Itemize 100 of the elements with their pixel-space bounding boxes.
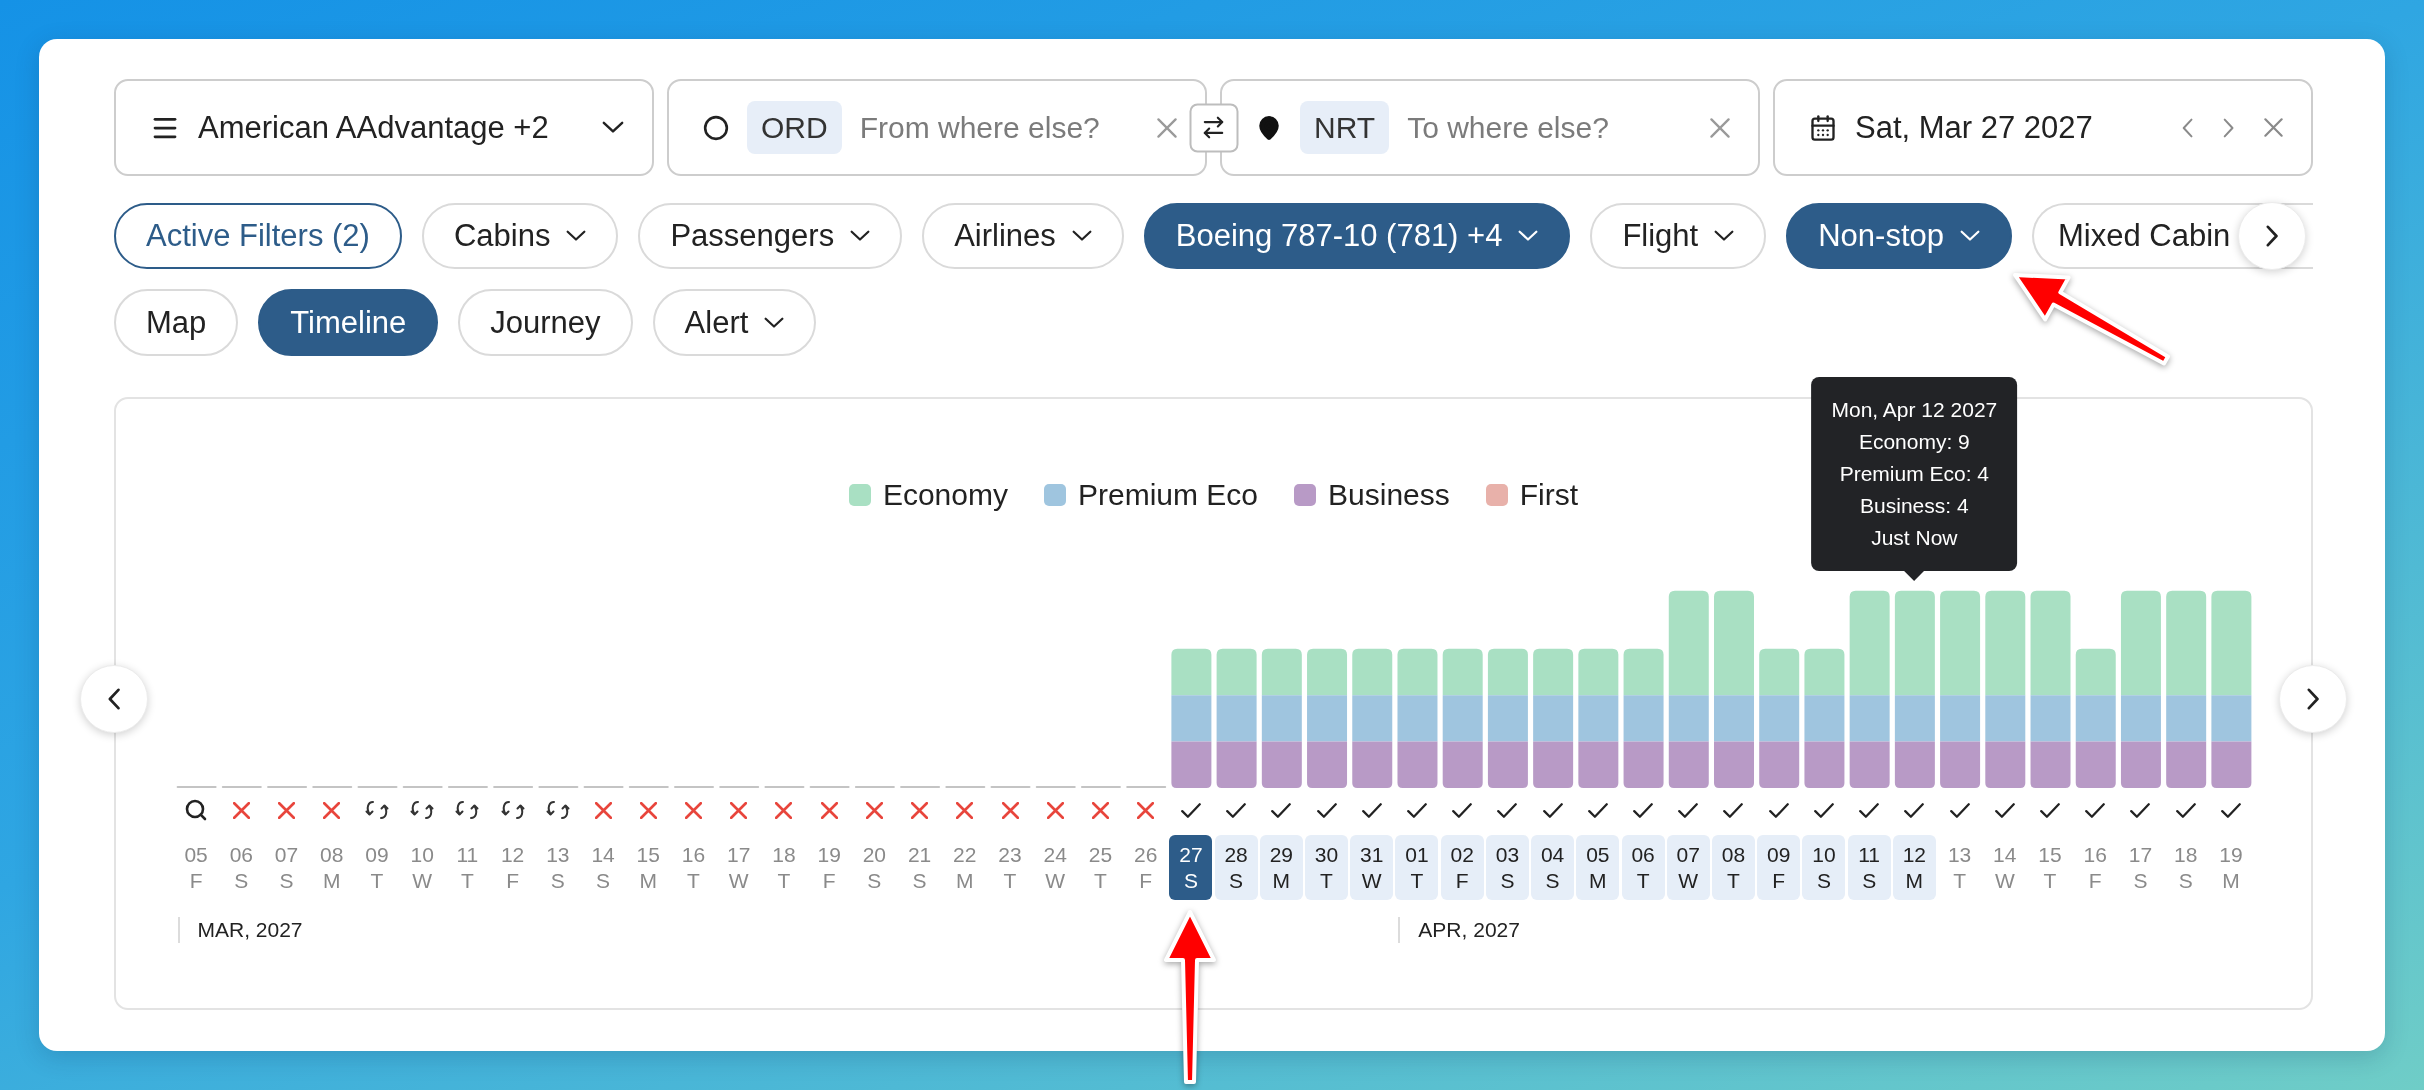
date-cell[interactable]: 08 M — [310, 835, 354, 900]
checkmark-icon — [1406, 802, 1427, 818]
date-cell[interactable]: 27 S — [1169, 835, 1213, 900]
date-cell[interactable]: 05 M — [1576, 835, 1620, 900]
date-cell[interactable]: 09 F — [1757, 835, 1801, 900]
clear-icon[interactable] — [2264, 118, 2283, 137]
x-mark-icon — [820, 801, 838, 819]
filter-chip[interactable]: Non-stop — [1786, 203, 2012, 269]
tooltip-text: Just Now — [1871, 524, 1958, 551]
circular-arrows-icon — [499, 799, 526, 821]
date-cell[interactable]: 12 M — [1892, 835, 1936, 900]
circular-arrows-icon — [454, 799, 481, 821]
empty-bar-marker — [266, 786, 307, 788]
legend-label: Business — [1328, 478, 1450, 512]
date-cell[interactable]: 28 S — [1214, 835, 1258, 900]
date-cell[interactable]: 13 S — [536, 835, 580, 900]
chevron-left-icon[interactable] — [2181, 117, 2193, 138]
view-tab[interactable]: Journey — [458, 289, 633, 356]
date-cell[interactable]: 29 M — [1259, 835, 1303, 900]
date-cell[interactable]: 17 S — [2118, 835, 2162, 900]
empty-bar-marker — [311, 786, 352, 788]
empty-bar-marker — [176, 786, 217, 788]
checkmark-icon — [2130, 802, 2151, 818]
date-cell[interactable]: 14 S — [581, 835, 625, 900]
empty-bar-marker — [899, 786, 940, 788]
empty-bar-marker — [492, 786, 533, 788]
destination-field[interactable]: NRT To where else? — [1220, 79, 1760, 176]
x-mark-icon — [323, 801, 341, 819]
map-pin-icon — [1256, 114, 1282, 141]
date-cell[interactable]: 06 S — [219, 835, 263, 900]
legend-label: Economy — [882, 478, 1008, 512]
empty-bar-marker — [854, 786, 895, 788]
text-input[interactable]: From where else? — [859, 107, 1139, 148]
empty-bar-marker — [944, 786, 985, 788]
clear-icon[interactable] — [1710, 117, 1730, 138]
view-tab[interactable]: Timeline — [258, 289, 439, 356]
date-field[interactable]: Sat, Mar 27 2027 — [1773, 79, 2313, 176]
x-mark-icon — [1137, 801, 1155, 819]
empty-bar-marker — [990, 786, 1030, 788]
date-cell[interactable]: 21 S — [898, 835, 942, 900]
circular-arrows-icon — [409, 799, 436, 821]
checkmark-icon — [1723, 802, 1744, 818]
empty-bar-marker — [583, 786, 624, 788]
origin-field[interactable]: ORD From where else? — [667, 79, 1207, 176]
search-icon — [184, 798, 209, 822]
text-input[interactable]: To where else? — [1407, 107, 1692, 148]
filter-chip[interactable]: Cabins — [421, 203, 619, 269]
checkmark-icon — [1768, 802, 1789, 818]
checkmark-icon — [2175, 802, 2196, 818]
circular-arrows-icon — [544, 799, 571, 821]
view-tab[interactable]: Map — [114, 289, 239, 356]
date-cell[interactable]: 02 F — [1440, 835, 1484, 900]
empty-bar-marker — [673, 786, 714, 788]
checkmark-icon — [1633, 802, 1654, 818]
date-cell[interactable]: 06 T — [1621, 835, 1665, 900]
date-cell[interactable]: 11 S — [1847, 835, 1891, 900]
circle-icon — [703, 114, 729, 141]
chevron-right-icon[interactable] — [2222, 117, 2234, 138]
empty-bar-marker — [402, 786, 443, 788]
empty-bar-marker — [763, 786, 804, 788]
chevron-down-icon — [1960, 230, 1980, 242]
x-mark-icon — [956, 801, 974, 819]
filter-chip[interactable]: Airlines — [922, 203, 1124, 269]
empty-bar-marker — [357, 786, 397, 788]
empty-bar-marker — [537, 786, 578, 788]
date-cell[interactable]: 31 W — [1350, 835, 1394, 900]
checkmark-icon — [1994, 802, 2015, 818]
active-filters-button[interactable]: Active Filters (2) — [114, 203, 402, 269]
tooltip-text: Mon, Apr 12 2027 — [1831, 396, 1998, 423]
calendar-icon — [1809, 113, 1837, 142]
empty-bar-marker — [809, 786, 850, 788]
date-cell[interactable]: 10 S — [1802, 835, 1846, 900]
chevron-down-icon — [850, 230, 871, 242]
date-cell[interactable]: 09 T — [355, 835, 399, 900]
date-cell[interactable]: 16 T — [672, 835, 715, 900]
swap-button[interactable] — [1189, 103, 1238, 152]
clear-icon[interactable] — [1157, 117, 1177, 138]
empty-bar-marker — [628, 786, 669, 788]
date-cell[interactable]: 07 W — [1666, 835, 1710, 900]
date-cell[interactable]: 08 T — [1712, 835, 1755, 900]
checkmark-icon — [1452, 802, 1473, 818]
filter-chip[interactable]: Passengers — [638, 203, 903, 269]
chevron-left-icon — [107, 688, 121, 710]
circular-arrows-icon — [363, 799, 390, 821]
date-cell[interactable]: 30 T — [1305, 835, 1349, 900]
x-mark-icon — [1001, 801, 1019, 819]
checkmark-icon — [1226, 802, 1247, 818]
date-cell[interactable]: 03 S — [1485, 835, 1529, 900]
program-select[interactable]: American AAdvantage +2 — [114, 79, 654, 176]
date-cell[interactable]: 20 S — [852, 835, 896, 900]
view-tab[interactable]: Alert — [652, 289, 817, 356]
date-cell[interactable]: 26 F — [1124, 835, 1168, 900]
date-cell[interactable]: 04 S — [1531, 835, 1575, 900]
date-cell[interactable]: 18 S — [2164, 835, 2208, 900]
filter-chip[interactable]: Boeing 787-10 (781) +4 — [1143, 203, 1571, 269]
x-mark-icon — [911, 801, 929, 819]
date-cell[interactable]: 01 T — [1395, 835, 1439, 900]
chevron-down-icon — [764, 316, 785, 329]
filter-chip[interactable]: Flight — [1590, 203, 1767, 269]
date-cell[interactable]: 07 S — [265, 835, 309, 900]
